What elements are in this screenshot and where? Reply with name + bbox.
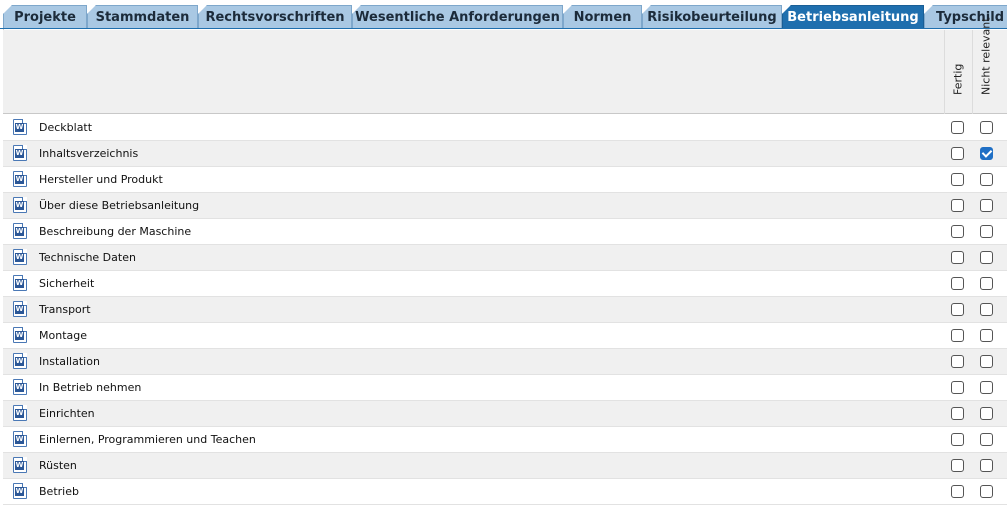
word-document-icon[interactable]: W [13,431,27,447]
row-label: Betrieb [39,485,79,498]
table-row[interactable]: W Transport [3,297,1007,323]
word-document-icon[interactable]: W [13,223,27,239]
word-document-icon[interactable]: W [13,197,27,213]
fertig-checkbox[interactable] [951,225,964,238]
tab-betriebsanleitung[interactable]: Betriebsanleitung [782,5,924,29]
word-document-icon[interactable]: W [13,457,27,473]
fertig-checkbox[interactable] [951,121,964,134]
nicht-relevant-checkbox[interactable] [980,381,993,394]
word-document-icon[interactable]: W [13,379,27,395]
nicht-relevant-checkbox[interactable] [980,485,993,498]
fertig-checkbox[interactable] [951,277,964,290]
nicht-relevant-checkbox[interactable] [980,173,993,186]
tab-stammdaten[interactable]: Stammdaten [87,5,198,29]
row-label: Deckblatt [39,121,93,134]
fertig-checkbox[interactable] [951,303,964,316]
table-row[interactable]: W Über diese Betriebsanleitung [3,193,1007,219]
nicht-relevant-checkbox[interactable] [980,433,993,446]
table-row[interactable]: W Beschreibung der Maschine [3,219,1007,245]
nicht-relevant-checkbox[interactable] [980,303,993,316]
row-label: Über diese Betriebsanleitung [39,199,200,212]
row-label: Beschreibung der Maschine [39,225,192,238]
tab-risikobeurteilung[interactable]: Risikobeurteilung [642,5,782,29]
nicht-relevant-checkbox[interactable] [980,459,993,472]
row-label: Technische Daten [39,251,136,264]
table-row[interactable]: W Technische Daten [3,245,1007,271]
table-header: Fertig Nicht relevant [3,17,1007,114]
tab-projekte[interactable]: Projekte [3,5,87,29]
nicht-relevant-checkbox[interactable] [980,225,993,238]
tab-bar: Projekte Stammdaten Rechtsvorschriften W… [0,0,1007,29]
nicht-relevant-checkbox[interactable] [980,407,993,420]
row-label: Montage [39,329,87,342]
table-row[interactable]: W Inhaltsverzeichnis [3,141,1007,167]
nicht-relevant-checkbox[interactable] [980,199,993,212]
nicht-relevant-checkbox[interactable] [980,329,993,342]
row-label: Installation [39,355,100,368]
nicht-relevant-checkbox[interactable] [980,121,993,134]
table-row[interactable]: W Sicherheit [3,271,1007,297]
word-document-icon[interactable]: W [13,483,27,499]
nicht-relevant-checkbox[interactable] [980,355,993,368]
fertig-checkbox[interactable] [951,433,964,446]
table-row[interactable]: W Einrichten [3,401,1007,427]
nicht-relevant-checkbox[interactable] [980,251,993,264]
fertig-checkbox[interactable] [951,485,964,498]
fertig-checkbox[interactable] [951,147,964,160]
column-header-nicht-relevant-label: Nicht relevant [979,17,993,95]
table-row[interactable]: W Betrieb [3,479,1007,505]
word-document-icon[interactable]: W [13,171,27,187]
checklist-rows: W Deckblatt W Inhaltsverzeichnis W Herst… [3,115,1007,505]
column-header-nicht-relevant[interactable]: Nicht relevant [972,17,1000,114]
fertig-checkbox[interactable] [951,251,964,264]
nicht-relevant-checkbox[interactable] [980,277,993,290]
table-row[interactable]: W Hersteller und Produkt [3,167,1007,193]
fertig-checkbox[interactable] [951,173,964,186]
table-row[interactable]: W Montage [3,323,1007,349]
row-label: In Betrieb nehmen [39,381,142,394]
nicht-relevant-checkbox[interactable] [980,147,993,160]
row-label: Rüsten [39,459,77,472]
table-row[interactable]: W Installation [3,349,1007,375]
tab-underline [0,28,1007,29]
fertig-checkbox[interactable] [951,459,964,472]
table-row[interactable]: W Deckblatt [3,115,1007,141]
table-row[interactable]: W Rüsten [3,453,1007,479]
tab-typschild[interactable]: Typschild [924,5,1007,29]
fertig-checkbox[interactable] [951,381,964,394]
word-document-icon[interactable]: W [13,145,27,161]
word-document-icon[interactable]: W [13,353,27,369]
column-header-fertig-label: Fertig [951,63,965,95]
word-document-icon[interactable]: W [13,275,27,291]
fertig-checkbox[interactable] [951,199,964,212]
row-label: Einrichten [39,407,95,420]
tab-normen[interactable]: Normen [563,5,642,29]
row-label: Einlernen, Programmieren und Teachen [39,433,256,446]
row-label: Sicherheit [39,277,95,290]
word-document-icon[interactable]: W [13,301,27,317]
fertig-checkbox[interactable] [951,355,964,368]
word-document-icon[interactable]: W [13,327,27,343]
row-label: Hersteller und Produkt [39,173,163,186]
fertig-checkbox[interactable] [951,407,964,420]
word-document-icon[interactable]: W [13,249,27,265]
tab-rechtsvorschriften[interactable]: Rechtsvorschriften [198,5,352,29]
word-document-icon[interactable]: W [13,405,27,421]
table-row[interactable]: W In Betrieb nehmen [3,375,1007,401]
table-row[interactable]: W Einlernen, Programmieren und Teachen [3,427,1007,453]
checklist-panel: Fertig Nicht relevant W Deckblatt W Inha… [3,17,1007,505]
word-document-icon[interactable]: W [13,119,27,135]
row-label: Inhaltsverzeichnis [39,147,139,160]
fertig-checkbox[interactable] [951,329,964,342]
column-header-fertig[interactable]: Fertig [944,30,972,114]
row-label: Transport [39,303,91,316]
tab-wesentliche-anforderungen[interactable]: Wesentliche Anforderungen [352,5,563,29]
